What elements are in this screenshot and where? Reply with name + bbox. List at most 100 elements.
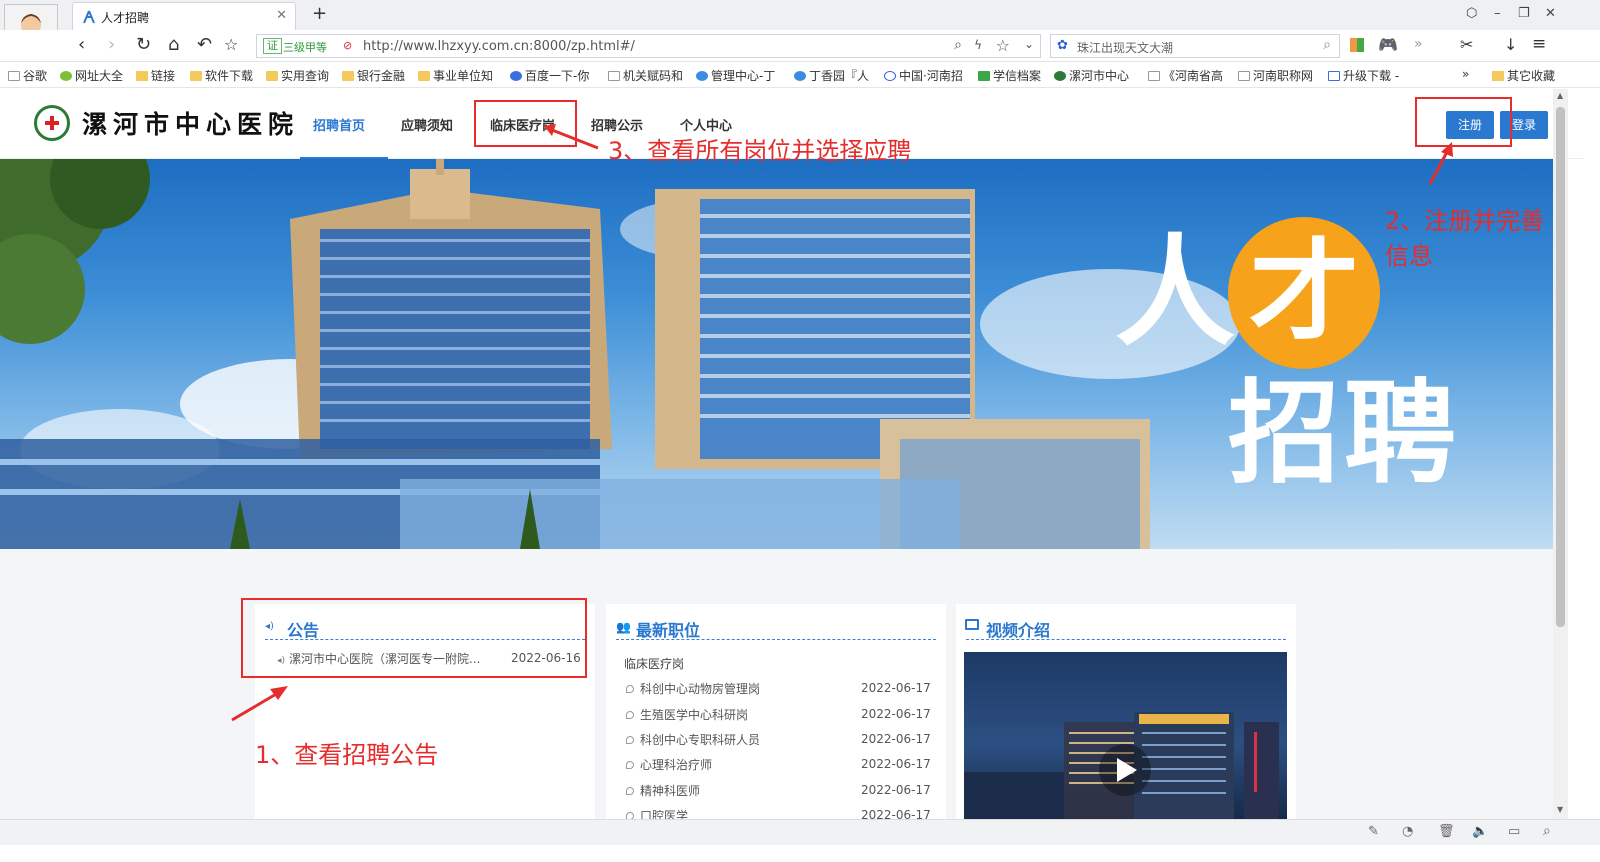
browser-status-bar: ✎ ◔ 🗑 🔈 ▭ ⌕ xyxy=(0,819,1600,845)
speed-icon[interactable]: ϟ xyxy=(974,38,982,52)
bookmark-item[interactable]: 事业单位知 xyxy=(418,67,493,84)
home-icon[interactable]: ⌂ xyxy=(168,35,179,55)
site-icon xyxy=(884,71,896,81)
back-icon[interactable]: ‹ xyxy=(78,35,85,55)
bookmark-item[interactable]: 软件下载 xyxy=(190,67,253,84)
tab-title: 人才招聘 xyxy=(101,11,150,25)
minimize-button[interactable]: – xyxy=(1494,6,1501,21)
menu-application-notice[interactable]: 应聘须知 xyxy=(401,115,453,134)
video-card: 视频介绍 xyxy=(956,604,1296,819)
person-icon xyxy=(626,711,634,719)
insecure-icon: ⊘ xyxy=(343,39,353,52)
person-icon xyxy=(626,736,634,744)
site-icon xyxy=(978,71,990,81)
site-icon xyxy=(1054,71,1066,81)
scissors-icon[interactable]: ✂ xyxy=(1460,35,1473,54)
download-icon[interactable]: ↓ xyxy=(1504,35,1517,54)
job-item[interactable]: 科创中心专职科研人员 xyxy=(626,731,760,748)
maximize-button[interactable]: ❐ xyxy=(1518,6,1530,21)
more-icon[interactable]: » xyxy=(1414,36,1423,52)
banner-title-zhaopin: 招聘 xyxy=(1228,369,1460,499)
window-icon[interactable]: ▭ xyxy=(1508,824,1520,839)
cert-label: 三级甲等 xyxy=(283,41,327,54)
trash-icon[interactable]: 🗑 xyxy=(1438,824,1455,839)
job-item[interactable]: 精神科医师 xyxy=(626,782,700,799)
scroll-up-icon[interactable]: ▲ xyxy=(1557,91,1563,100)
bookmark-item[interactable]: 《河南省高 xyxy=(1148,67,1223,84)
video-player[interactable] xyxy=(964,652,1287,819)
monitor-icon xyxy=(965,619,979,630)
video-title: 视频介绍 xyxy=(986,621,1051,640)
job-date: 2022-06-17 xyxy=(861,783,931,797)
job-date: 2022-06-17 xyxy=(861,707,931,721)
jobs-title: 最新职位 xyxy=(636,621,701,640)
zoom-icon[interactable]: ⌕ xyxy=(1543,823,1551,839)
bookmark-item[interactable]: 实用查询 xyxy=(266,67,329,84)
bookmark-item[interactable]: 升级下载 - xyxy=(1328,67,1399,84)
menu-icon[interactable]: ≡ xyxy=(1532,34,1546,54)
job-item[interactable]: 科创中心动物房管理岗 xyxy=(626,680,760,697)
site-icon xyxy=(696,71,708,81)
bookmark-item[interactable]: 学信档案 xyxy=(978,67,1041,84)
new-tab-button[interactable]: + xyxy=(312,3,327,24)
bookmark-item[interactable]: 银行金融 xyxy=(342,67,405,84)
bookmark-item[interactable]: 机关赋码和 xyxy=(608,67,683,84)
bookmark-item[interactable]: 百度一下-你 xyxy=(510,67,589,84)
folder-icon xyxy=(136,71,148,81)
bookmarks-overflow-button[interactable]: » xyxy=(1462,67,1469,81)
search-box[interactable]: ✿ 珠江出现天文大潮 ⌕ xyxy=(1050,34,1340,58)
browser-nav-bar: ‹ › ↻ ⌂ ↶ ☆ 证 三级甲等 ⊘ http://www.lhzxyy.c… xyxy=(0,30,1600,62)
site-favicon-icon xyxy=(83,10,95,24)
tab-close-icon[interactable]: ✕ xyxy=(276,8,287,23)
download-page-icon xyxy=(1328,71,1340,81)
reload-icon[interactable]: ↻ xyxy=(136,35,151,55)
job-item[interactable]: 生殖医学中心科研岗 xyxy=(626,706,748,723)
url-dropdown-icon[interactable]: ⌄ xyxy=(1024,37,1034,51)
address-bar[interactable]: 证 三级甲等 ⊘ http://www.lhzxyy.com.cn:8000/z… xyxy=(256,34,1041,58)
bookmark-star-icon[interactable]: ☆ xyxy=(996,36,1010,55)
bookmark-item[interactable]: 谷歌 xyxy=(8,67,47,84)
bookmark-item[interactable]: 管理中心-丁 xyxy=(696,67,775,84)
apps-icon[interactable] xyxy=(1350,38,1364,52)
bookmark-item[interactable]: 中国·河南招 xyxy=(884,67,963,84)
bookmark-item[interactable]: 网址大全 xyxy=(60,67,123,84)
site-icon xyxy=(60,71,72,81)
page-scrollbar[interactable]: ▲ ▼ xyxy=(1553,89,1568,819)
bookmark-item[interactable]: 其它收藏 xyxy=(1492,67,1555,84)
hospital-name[interactable]: 漯河市中心医院 xyxy=(82,105,299,141)
bookmark-item[interactable]: 链接 xyxy=(136,67,175,84)
volume-icon[interactable]: 🔈 xyxy=(1472,824,1488,839)
forward-icon[interactable]: › xyxy=(108,35,115,55)
close-window-button[interactable]: ✕ xyxy=(1545,6,1556,21)
game-icon[interactable]: 🎮 xyxy=(1378,35,1398,54)
undo-close-icon[interactable]: ↶ xyxy=(197,35,212,55)
job-date: 2022-06-17 xyxy=(861,757,931,771)
browser-tab-bar: 人才招聘 ✕ + ⬡ – ❐ ✕ xyxy=(0,0,1600,58)
pin-icon[interactable]: ✎ xyxy=(1368,824,1379,839)
play-button[interactable] xyxy=(1099,744,1151,796)
banner-title-ren: 人 xyxy=(1115,224,1235,363)
annotation-step2-line1: 2、注册并完善 xyxy=(1385,207,1545,235)
menu-recruit-home[interactable]: 招聘首页 xyxy=(313,115,365,134)
bookmark-item[interactable]: 丁香园『人 xyxy=(794,67,869,84)
divider xyxy=(616,639,936,640)
url-text[interactable]: http://www.lhzxyy.com.cn:8000/zp.html#/ xyxy=(363,39,635,54)
person-icon xyxy=(626,761,634,769)
baidu-icon xyxy=(510,71,522,81)
bookmark-item[interactable]: 河南职称网 xyxy=(1238,67,1313,84)
active-tab[interactable]: 人才招聘 ✕ xyxy=(72,2,296,30)
hospital-logo-icon[interactable] xyxy=(34,105,70,141)
job-item[interactable]: 心理科治疗师 xyxy=(626,756,712,773)
scroll-down-icon[interactable]: ▼ xyxy=(1557,805,1563,814)
favorite-star-icon[interactable]: ☆ xyxy=(224,35,238,55)
accelerate-icon[interactable]: ◔ xyxy=(1402,824,1413,839)
annotation-step2-line2: 信息 xyxy=(1385,242,1433,270)
search-input[interactable]: 珠江出现天文大潮 xyxy=(1077,39,1173,56)
skin-icon[interactable]: ⬡ xyxy=(1466,6,1477,21)
search-icon[interactable]: ⌕ xyxy=(1323,37,1331,53)
annotation-step3: 3、查看所有岗位并选择应聘 xyxy=(608,137,912,165)
bookmark-item[interactable]: 漯河市中心 xyxy=(1054,67,1129,84)
zoom-icon[interactable]: ⌕ xyxy=(954,37,962,53)
page-icon xyxy=(8,71,20,81)
scrollbar-thumb[interactable] xyxy=(1556,107,1565,627)
